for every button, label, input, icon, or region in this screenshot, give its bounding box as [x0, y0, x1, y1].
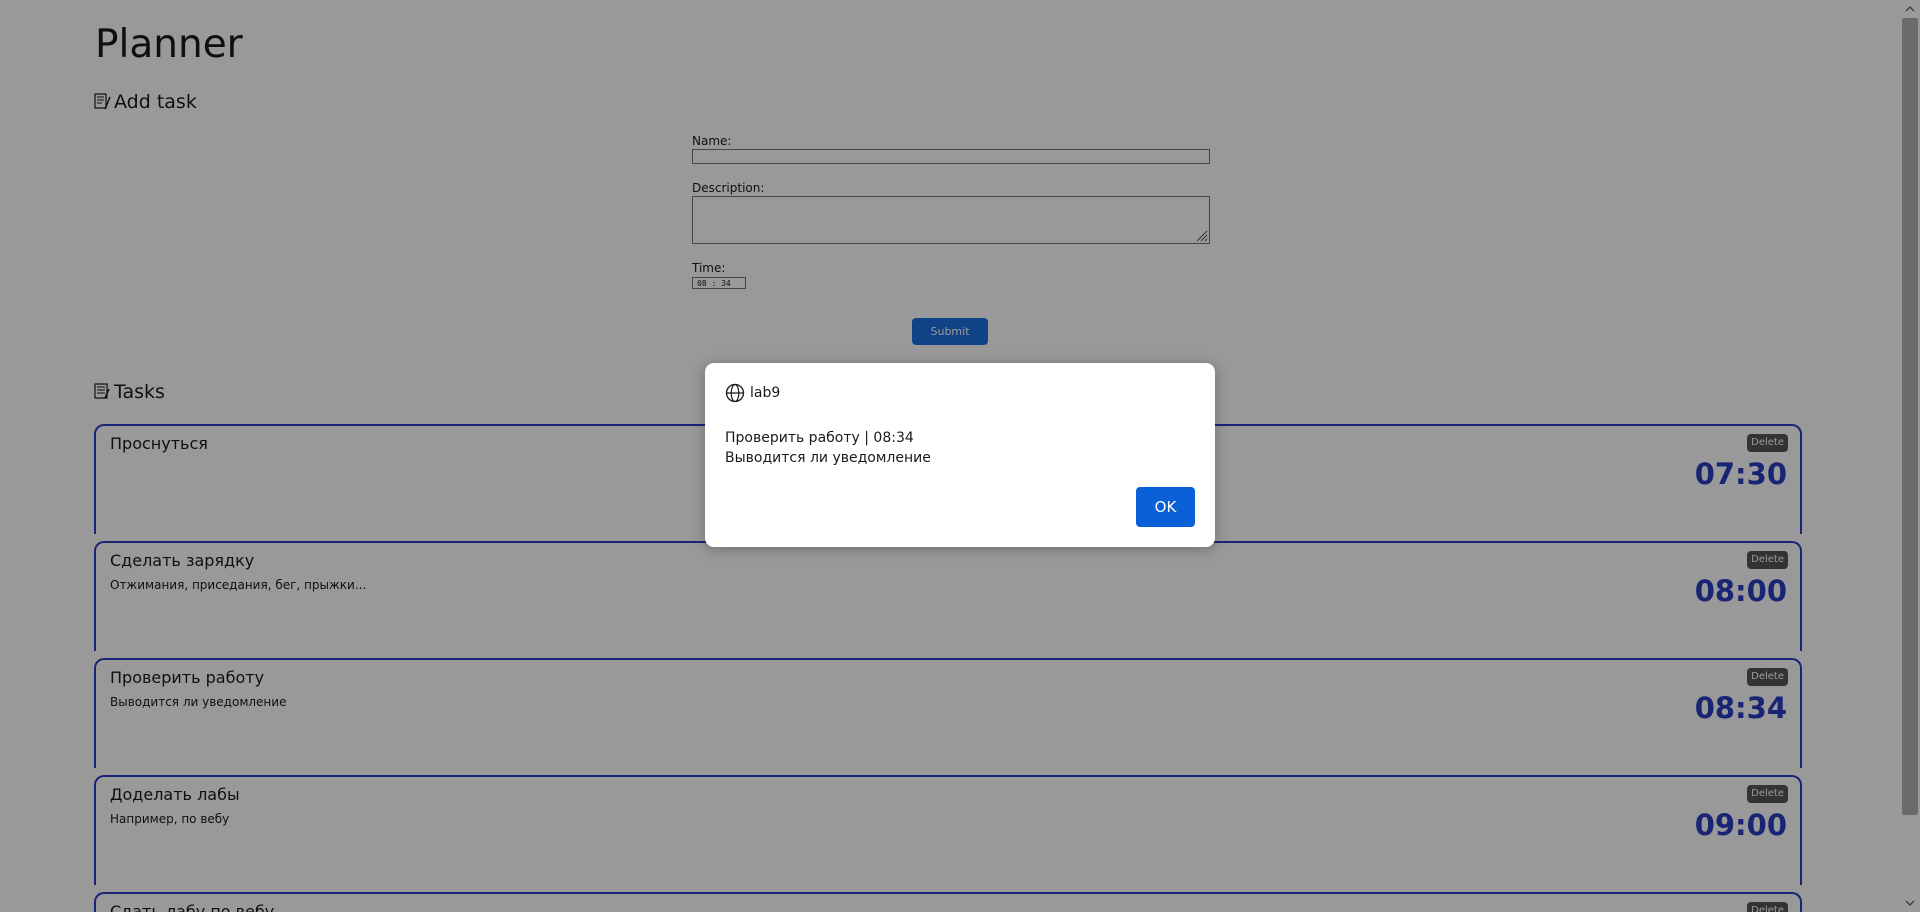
globe-icon: [725, 383, 745, 403]
alert-message-line: Выводится ли уведомление: [725, 450, 931, 466]
alert-message-line: Проверить работу | 08:34: [725, 430, 914, 446]
scroll-down-arrow-icon[interactable]: [1903, 896, 1917, 910]
alert-message: Проверить работу | 08:34 Выводится ли ув…: [725, 428, 931, 468]
scroll-up-arrow-icon[interactable]: [1903, 2, 1917, 16]
scrollbar-thumb[interactable]: [1902, 18, 1918, 815]
alert-header: lab9: [725, 383, 780, 403]
vertical-scrollbar[interactable]: [1900, 0, 1920, 912]
alert-dialog: lab9 Проверить работу | 08:34 Выводится …: [705, 363, 1215, 547]
ok-button[interactable]: OK: [1136, 487, 1195, 527]
alert-origin: lab9: [750, 385, 781, 401]
